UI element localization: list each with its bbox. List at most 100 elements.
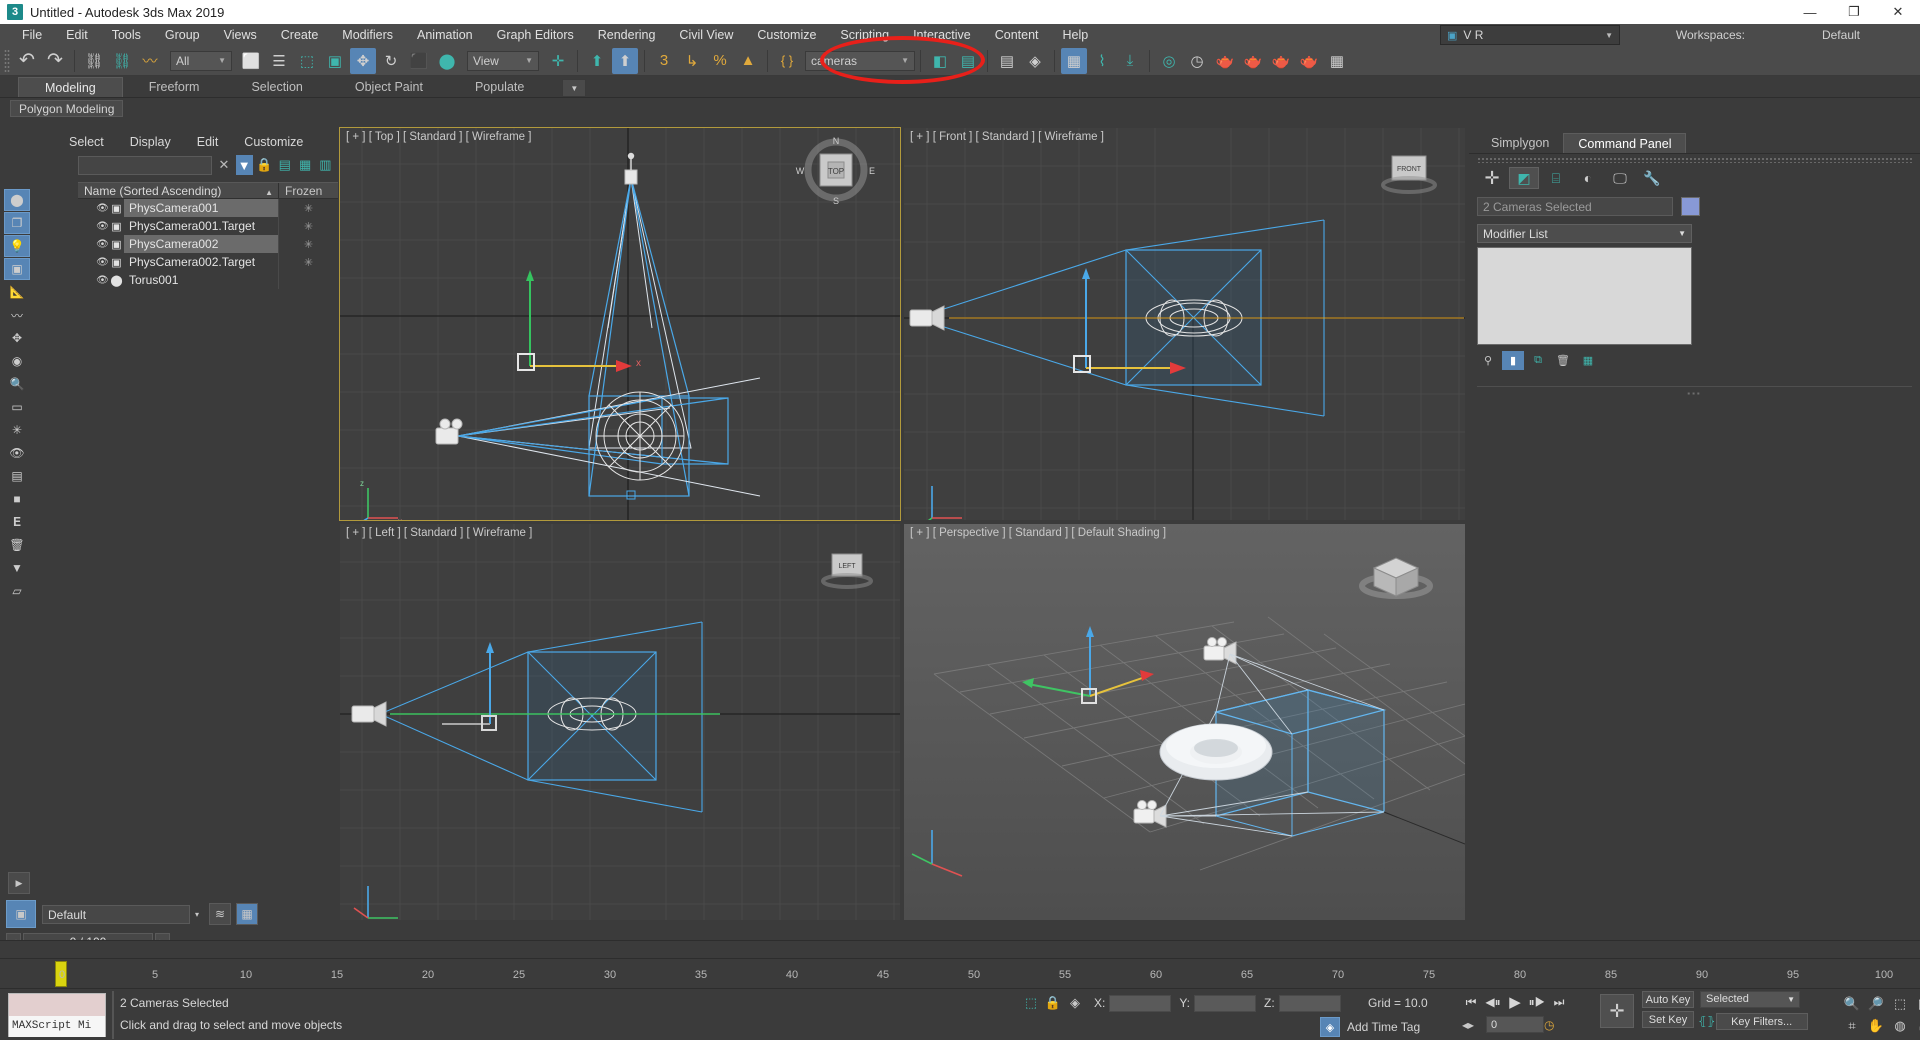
x-field[interactable] xyxy=(1109,995,1171,1012)
funnel-icon[interactable]: ▼ xyxy=(4,557,30,579)
explorer-menu-display[interactable]: Display xyxy=(117,135,184,149)
display-grid-icon[interactable]: ▦ xyxy=(236,903,258,925)
modify-icon[interactable]: ◩ xyxy=(1509,167,1539,189)
menu-interactive[interactable]: Interactive xyxy=(901,24,983,46)
add-time-tag-row[interactable]: ◈ Add Time Tag xyxy=(1320,1017,1420,1037)
menu-scripting[interactable]: Scripting xyxy=(828,24,901,46)
camera-icon[interactable]: ▣ xyxy=(4,258,30,280)
eye-icon[interactable]: 👁 xyxy=(96,239,109,250)
tab-populate[interactable]: Populate xyxy=(449,77,550,97)
toggle-ribbon-icon[interactable]: ▦ xyxy=(1061,48,1087,74)
menu-views[interactable]: Views xyxy=(212,24,269,46)
object-name[interactable]: Torus001 xyxy=(124,271,278,289)
zoom-all-icon[interactable]: 🔎 xyxy=(1864,993,1888,1015)
selection-lock-icon[interactable]: ⬚ xyxy=(1020,993,1042,1013)
material-editor-icon[interactable]: ◎ xyxy=(1156,48,1182,74)
list-item[interactable]: 👁 ⬤ Torus001 xyxy=(78,271,338,289)
menu-edit[interactable]: Edit xyxy=(54,24,100,46)
viewport-top-canvas[interactable]: x z x TOP N xyxy=(340,128,900,520)
select-and-rotate-icon[interactable]: ↻ xyxy=(378,48,404,74)
viewport-front-canvas[interactable]: FRONT xyxy=(904,128,1465,520)
redo-icon[interactable]: ↷ xyxy=(42,48,68,74)
list-item[interactable]: 👁 ▣ PhysCamera002.Target ✳ xyxy=(78,253,338,271)
menu-file[interactable]: File xyxy=(10,24,54,46)
maximize-icon[interactable]: ❐ xyxy=(1832,0,1876,24)
auto-key-button[interactable]: Auto Key xyxy=(1642,991,1694,1008)
lock-icon[interactable]: 🔒 xyxy=(1042,993,1064,1013)
time-configuration-icon[interactable]: ◷ xyxy=(1544,1018,1554,1032)
frozen-cell[interactable]: ✳ xyxy=(278,217,338,235)
viewport-perspective-canvas[interactable] xyxy=(904,524,1465,920)
select-and-move-icon[interactable]: ✥ xyxy=(350,48,376,74)
column-header-name[interactable]: Name (Sorted Ascending) xyxy=(78,183,265,198)
menu-animation[interactable]: Animation xyxy=(405,24,485,46)
explorer-menu-edit[interactable]: Edit xyxy=(184,135,232,149)
search-input[interactable] xyxy=(78,156,212,175)
maxscript-mini-listener[interactable]: MAXScript Mi xyxy=(8,993,106,1037)
close-icon[interactable]: ✕ xyxy=(1876,0,1920,24)
frozen-cell[interactable]: ✳ xyxy=(278,199,338,217)
key-mode-toggle-icon[interactable]: ⦃⦄ xyxy=(1698,1014,1716,1028)
menu-group[interactable]: Group xyxy=(153,24,212,46)
render-iterative-icon[interactable]: 🫖 xyxy=(1268,48,1294,74)
modifier-list-combo[interactable]: Modifier List ▼ xyxy=(1477,224,1692,243)
rendered-frame-window-icon[interactable]: 🫖 xyxy=(1212,48,1238,74)
wave-icon[interactable]: 〰 xyxy=(4,304,30,326)
vr-mode-selector[interactable]: ▣ V R ▼ xyxy=(1440,25,1620,45)
object-name[interactable]: PhysCamera001 xyxy=(124,199,278,217)
toggle-scene-explorer-icon[interactable]: ▤ xyxy=(994,48,1020,74)
menu-tools[interactable]: Tools xyxy=(100,24,153,46)
show-end-result-icon[interactable]: ▮ xyxy=(1502,351,1524,370)
select-and-manipulate-icon[interactable]: ⬆ xyxy=(584,48,610,74)
panel-resize-handle[interactable]: ▪▪▪ xyxy=(1469,389,1920,398)
menu-create[interactable]: Create xyxy=(269,24,331,46)
tab-simplygon[interactable]: Simplygon xyxy=(1477,133,1563,153)
menu-modifiers[interactable]: Modifiers xyxy=(330,24,405,46)
tab-modeling[interactable]: Modeling xyxy=(18,77,123,97)
motion-icon[interactable]: ◐ xyxy=(1573,167,1603,189)
select-and-place-icon[interactable]: ⬤ xyxy=(434,48,460,74)
list-icon[interactable]: ▤ xyxy=(4,465,30,487)
clear-search-close-icon[interactable]: ✕ xyxy=(215,155,232,175)
goto-start-icon[interactable]: ⏮ xyxy=(1460,992,1482,1012)
viewport-perspective[interactable]: [ + ] [ Perspective ] [ Standard ] [ Def… xyxy=(904,524,1465,920)
mirror-icon[interactable]: ◧ xyxy=(927,48,953,74)
frozen-cell[interactable]: ✳ xyxy=(278,253,338,271)
percent-snap-toggle-icon[interactable]: % xyxy=(707,48,733,74)
prev-frame-icon[interactable]: ◀⏸ xyxy=(1482,992,1504,1012)
filter-funnel-icon[interactable]: ▼ xyxy=(236,155,253,175)
viewport-left-canvas[interactable]: LEFT xyxy=(340,524,900,920)
select-and-scale-icon[interactable]: ⬛ xyxy=(406,48,432,74)
goto-end-icon[interactable]: ⏭ xyxy=(1548,992,1570,1012)
select-object-icon[interactable]: ⬜ xyxy=(238,48,264,74)
frozen-cell[interactable] xyxy=(278,271,338,289)
layer-list-icon[interactable]: ▤ xyxy=(276,155,293,175)
align-icon[interactable]: ▤ xyxy=(955,48,981,74)
tab-object-paint[interactable]: Object Paint xyxy=(329,77,449,97)
box-icon[interactable]: ▱ xyxy=(4,580,30,602)
bind-to-space-warp-icon[interactable]: 〰 xyxy=(137,48,163,74)
use-center-flyout-icon[interactable]: ✛ xyxy=(545,48,571,74)
rect-icon[interactable]: ▭ xyxy=(4,396,30,418)
sort-icon[interactable]: ≋ xyxy=(209,903,231,925)
menu-help[interactable]: Help xyxy=(1051,24,1101,46)
eye-icon[interactable]: 👁 xyxy=(96,275,109,286)
object-name[interactable]: PhysCamera001.Target xyxy=(124,217,278,235)
move-icon[interactable]: ✥ xyxy=(4,327,30,349)
helix-icon[interactable]: ◉ xyxy=(4,350,30,372)
explorer-menu-select[interactable]: Select xyxy=(56,135,117,149)
undo-icon[interactable]: ↶ xyxy=(14,48,40,74)
tab-selection[interactable]: Selection xyxy=(225,77,328,97)
list-item[interactable]: 👁 ▣ PhysCamera001 ✳ xyxy=(78,199,338,217)
remove-modifier-icon[interactable]: 🗑 xyxy=(1552,351,1574,370)
viewport-top[interactable]: x z x TOP N xyxy=(340,128,900,520)
y-field[interactable] xyxy=(1194,995,1256,1012)
select-and-link-icon[interactable]: ⛓ xyxy=(81,48,107,74)
list-item[interactable]: 👁 ▣ PhysCamera002 ✳ xyxy=(78,235,338,253)
collapse-tree-icon[interactable]: ▥ xyxy=(317,155,334,175)
utilities-wrench-icon[interactable]: 🔧 xyxy=(1637,167,1667,189)
ruler-icon[interactable]: 📐 xyxy=(4,281,30,303)
zoom-extents-icon[interactable]: ⬚ xyxy=(1888,993,1912,1015)
copy-icon[interactable]: ❐ xyxy=(4,212,30,234)
rectangular-selection-region-icon[interactable]: ⬚ xyxy=(294,48,320,74)
